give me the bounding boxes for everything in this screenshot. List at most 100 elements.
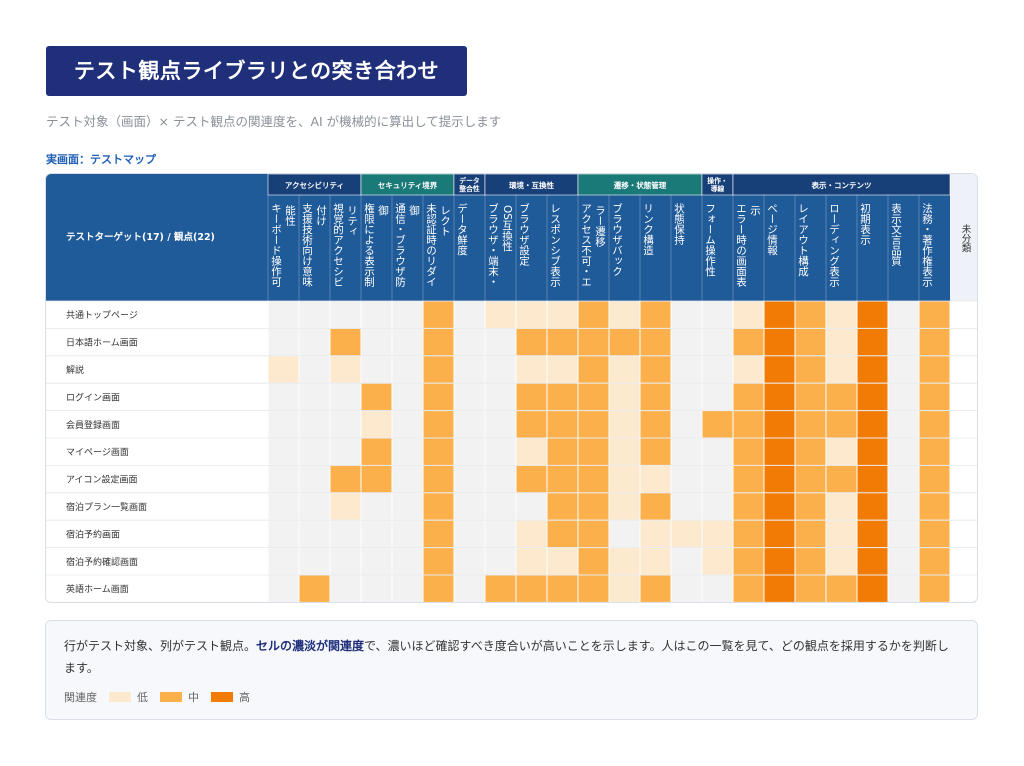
heatmap-cell [733,520,764,548]
column-label-line2: 御 [377,204,389,216]
heatmap-cell [578,301,609,328]
heatmap-cell [733,383,764,411]
heatmap-cell [454,383,485,411]
column-label: ページ情報 [766,203,778,256]
heatmap-cell [578,383,609,411]
heatmap-cell [826,328,857,356]
heatmap-cell [733,438,764,465]
heatmap-cell [857,493,888,520]
heatmap-cell [423,438,454,465]
heatmap-cell [764,328,795,356]
heatmap-cell [485,383,516,411]
heatmap-cell [702,493,733,520]
column-label-line2: 御 [408,204,420,216]
heatmap-cell [764,383,795,411]
heatmap-cell [919,301,950,328]
group-label: 遷移・状態管理 [614,180,667,190]
heatmap-cell [361,356,392,383]
group-label: 整合性 [458,184,480,193]
heatmap-cell [888,328,919,356]
heatmap-cell [702,438,733,465]
heatmap-cell [919,438,950,465]
heatmap-cell [888,356,919,383]
heatmap-cell [671,520,702,548]
heatmap-cell [330,438,361,465]
heatmap-cell [826,493,857,520]
heatmap-cell [454,548,485,575]
column-label-line2: リティ [346,205,358,237]
heatmap-cell [857,465,888,493]
heatmap-cell [609,383,640,411]
heatmap-cell [919,328,950,356]
heatmap-cell [826,465,857,493]
page-subtitle: テスト対象（画面）× テスト観点の関連度を、AI が機械的に算出して提示します [46,114,502,129]
legend-label-low: 低 [137,691,148,704]
heatmap-cell [547,301,578,328]
heatmap-cell [826,411,857,438]
column-label: リンク構造 [642,203,654,256]
column-label: 未認証時のリダイ [425,203,437,287]
heatmap-cell [795,328,826,356]
heatmap-cell [330,383,361,411]
heatmap-cell [733,493,764,520]
heatmap-cell [888,520,919,548]
column-label-line2: ラー遷移 [594,205,606,248]
heatmap-cell [330,356,361,383]
heatmap-cell [330,493,361,520]
heatmap-cell [516,301,547,328]
column-label: 視覚的アクセシビ [332,202,344,287]
heatmap-cell [547,438,578,465]
heatmap-cell [733,548,764,575]
heatmap-cell [888,465,919,493]
explanation-emphasis: セルの濃淡が関連度 [256,639,365,653]
heatmap-cell [299,548,330,575]
heatmap-cell [795,356,826,383]
heatmap-cell [671,411,702,438]
heatmap-cell [795,548,826,575]
heatmap-cell [671,438,702,465]
row-label: 解説 [66,364,84,376]
heatmap-cell [888,383,919,411]
heatmap-cell [795,520,826,548]
heatmap-cell [795,438,826,465]
column-label-line2: 能性 [284,204,296,227]
heatmap-cell [733,301,764,328]
heatmap-cell [609,356,640,383]
heatmap-cell [640,301,671,328]
heatmap-cell [857,520,888,548]
heatmap-cell [826,356,857,383]
heatmap-cell [609,438,640,465]
heatmap-cell [392,548,423,575]
heatmap-cell [299,438,330,465]
heatmap-cell [361,383,392,411]
column-label: アクセス不可・エ [580,203,592,287]
heatmap-cell [795,575,826,602]
heatmap-cell [516,356,547,383]
heatmap-cell [361,411,392,438]
heatmap-cell [857,383,888,411]
heatmap-cell [671,548,702,575]
heatmap-cell [423,328,454,356]
heatmap-cell [733,465,764,493]
heatmap-cell [764,493,795,520]
heatmap-cell [454,575,485,602]
column-label-line2: OS互換性 [501,205,513,252]
test-map-heatmap: テストターゲット(17) / 観点(22)アクセシビリティ セキュリティ境界 データ… [46,174,977,602]
heatmap-cell [826,548,857,575]
heatmap-cell [733,575,764,602]
section-label: 実画面：テストマップ [46,153,156,166]
heatmap-cell [454,301,485,328]
heatmap-cell [702,383,733,411]
heatmap-cell [423,520,454,548]
heatmap-cell [547,465,578,493]
heatmap-cell [423,548,454,575]
column-label: 表示文言品質 [890,202,902,267]
heatmap-cell [764,465,795,493]
heatmap-cell [857,301,888,328]
heatmap-cell [795,493,826,520]
heatmap-cell [733,411,764,438]
heatmap-cell [919,411,950,438]
heatmap-cell [392,520,423,548]
row-label: 宿泊予約画面 [66,528,120,540]
heatmap-cell [609,465,640,493]
